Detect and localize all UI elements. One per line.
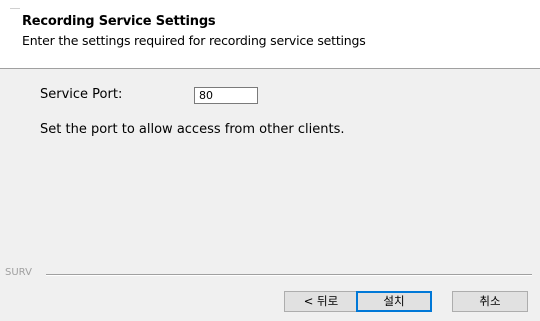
install-button[interactable]: 설치 [356,291,432,312]
installer-brand-label: SURV [5,267,32,278]
service-port-label: Service Port: [40,87,123,102]
service-port-help-text: Set the port to allow access from other … [40,122,345,137]
footer-divider [46,274,532,276]
header-corner-mark [10,8,20,9]
back-button[interactable]: < 뒤로 [284,291,358,312]
page-title: Recording Service Settings [22,14,216,29]
page-subtitle: Enter the settings required for recordin… [22,33,366,48]
cancel-button[interactable]: 취소 [452,291,528,312]
service-port-input[interactable] [194,87,258,104]
wizard-header: Recording Service Settings Enter the set… [0,0,540,69]
